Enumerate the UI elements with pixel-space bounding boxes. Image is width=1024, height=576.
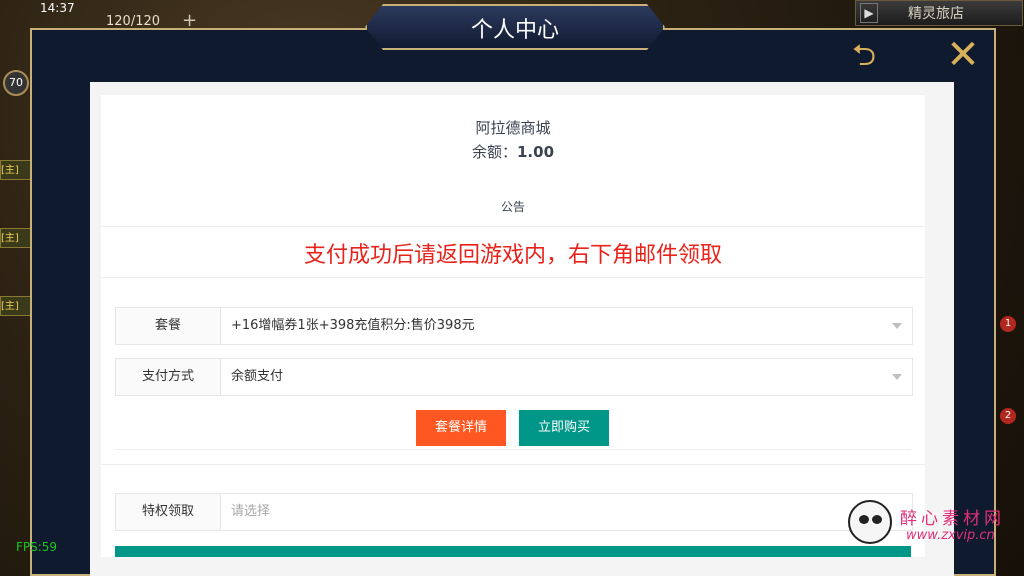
caret-down-icon: [892, 323, 902, 329]
package-select[interactable]: 套餐 +16增幅券1张+398充值积分:售价398元: [115, 307, 913, 345]
privilege-placeholder: 请选择: [231, 504, 271, 519]
store-name: 阿拉德商城: [475, 119, 551, 137]
submit-bar[interactable]: [115, 546, 911, 557]
balance-value: 1.00: [517, 143, 555, 161]
section-divider: [101, 464, 925, 465]
spirit-inn-label: 精灵旅店: [908, 6, 964, 22]
clock-text: 14:37: [40, 1, 75, 15]
modal-title-plate: 个人中心: [365, 4, 665, 50]
modal-title: 个人中心: [470, 18, 559, 43]
watermark: 醉心素材网 www.zxvip.cn: [848, 500, 1024, 550]
return-arrow-icon[interactable]: ⮌: [836, 38, 892, 74]
panda-eye: [872, 515, 882, 524]
player-level-badge: 70: [3, 70, 29, 96]
package-label: 套餐: [116, 308, 221, 344]
spirit-inn-button[interactable]: ▶ 精灵旅店: [855, 0, 1023, 26]
caret-down-icon: [892, 374, 902, 380]
quest-tag[interactable]: [主]: [0, 296, 32, 316]
notification-badge: 1: [1000, 316, 1016, 332]
close-x-icon[interactable]: ✕: [942, 34, 984, 76]
privilege-label: 特权领取: [116, 494, 221, 530]
quest-tag[interactable]: [主]: [0, 160, 32, 180]
payment-label: 支付方式: [116, 359, 221, 395]
package-details-button[interactable]: 套餐详情: [416, 410, 506, 446]
fps-counter: FPS:59: [16, 540, 58, 554]
package-value: +16增幅券1张+398充值积分:售价398元: [231, 318, 475, 333]
balance-label: 余额：: [471, 143, 517, 161]
store-card: 阿拉德商城 余额：1.00 公告 支付成功后请返回游戏内，右下角邮件领取 套餐 …: [101, 95, 925, 557]
payment-value: 余额支付: [231, 369, 284, 384]
quest-tag[interactable]: [主]: [0, 228, 32, 248]
notice-box: 支付成功后请返回游戏内，右下角邮件领取: [101, 226, 925, 278]
balance-line: 余额：1.00: [101, 141, 925, 162]
panda-eye: [859, 515, 869, 524]
notification-badge: 2: [1000, 408, 1016, 424]
watermark-url: www.zxvip.cn: [906, 528, 995, 543]
payment-method-select[interactable]: 支付方式 余额支付: [115, 358, 913, 396]
privilege-select[interactable]: 特权领取 请选择: [115, 493, 913, 531]
notice-text: 支付成功后请返回游戏内，右下角邮件领取: [303, 243, 722, 268]
watermark-title: 醉心素材网: [900, 509, 1005, 529]
buy-now-button[interactable]: 立即购买: [519, 410, 609, 446]
notice-heading: 公告: [500, 200, 525, 214]
expand-arrow-icon: ▶: [860, 3, 878, 23]
panda-logo-icon: [848, 500, 892, 544]
action-button-group: 套餐详情 立即购买: [115, 405, 911, 450]
energy-counter: 120/120: [106, 14, 161, 29]
